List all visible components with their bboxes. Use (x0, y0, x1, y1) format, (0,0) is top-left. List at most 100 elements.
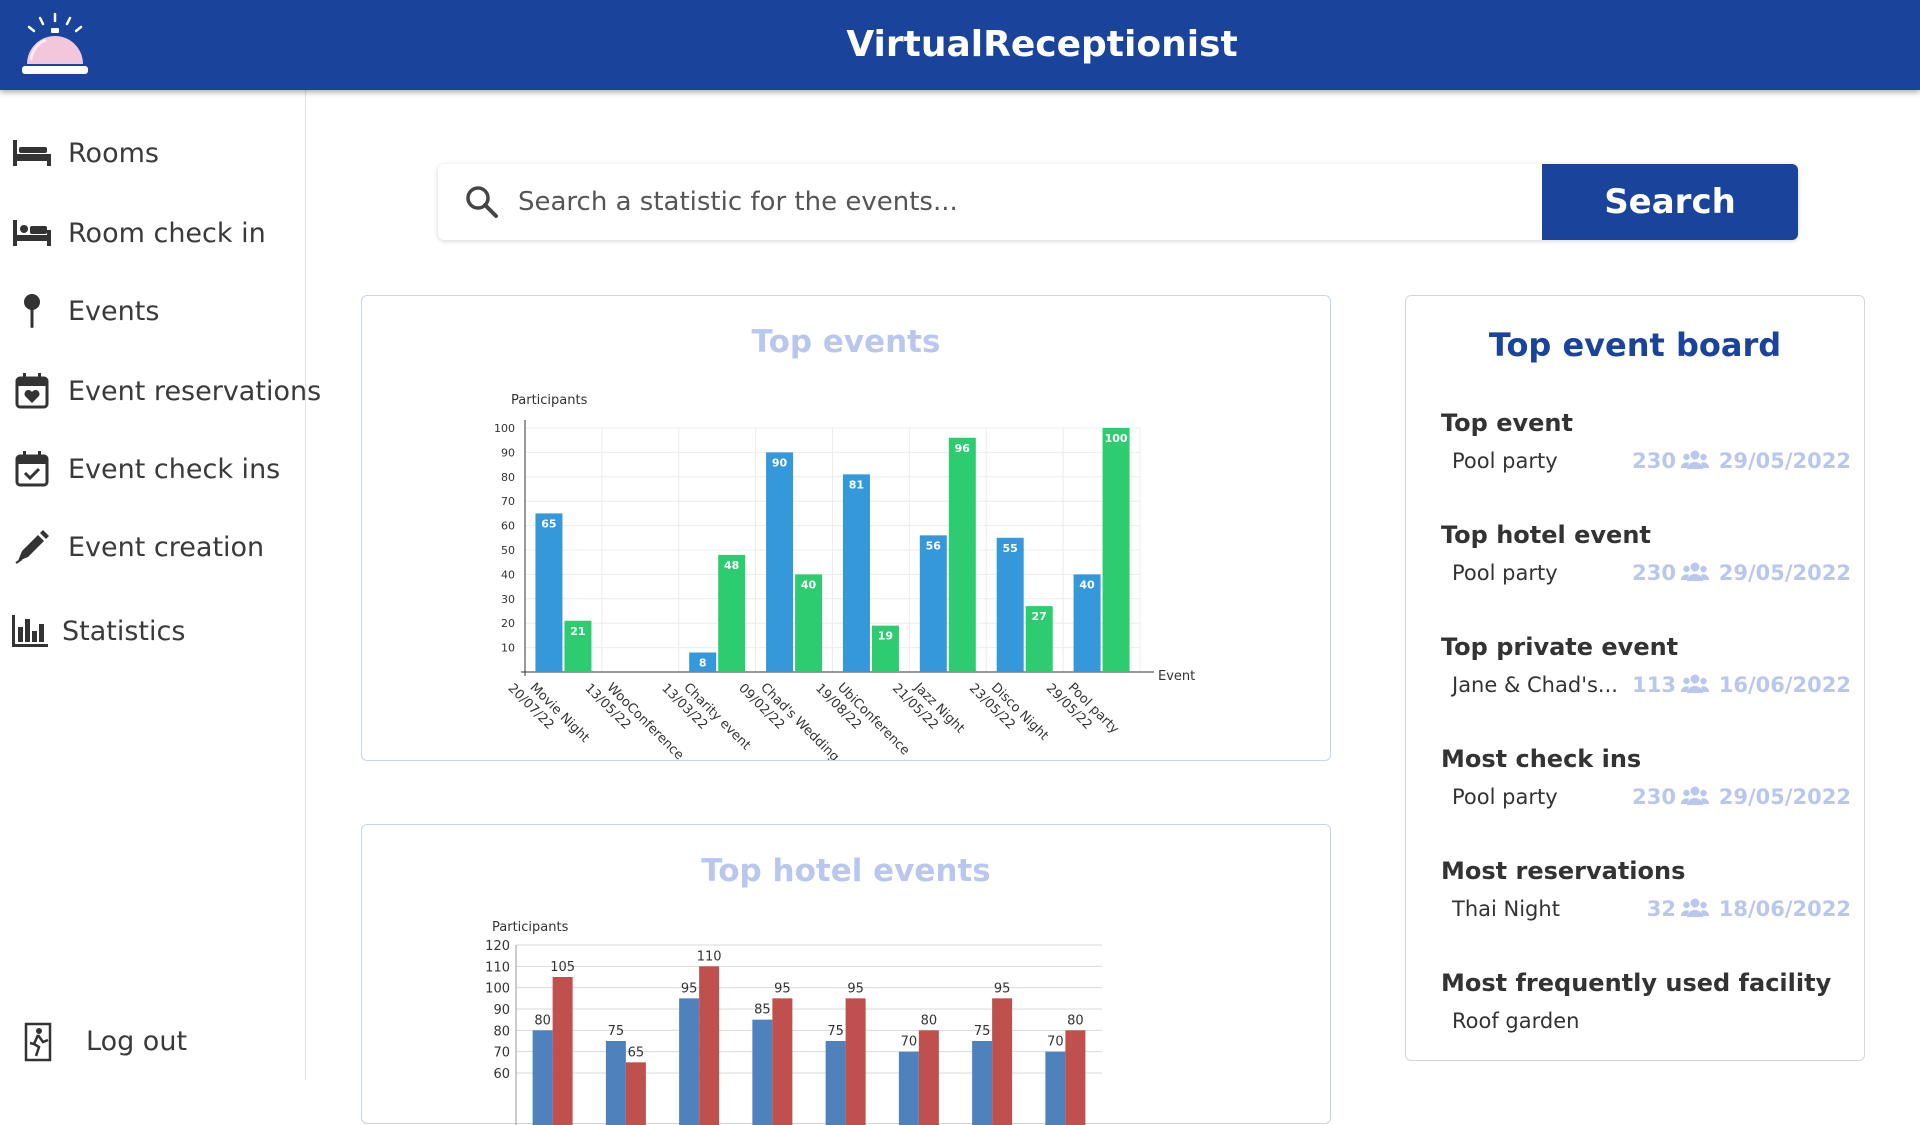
bar-data-label: 65 (628, 1045, 645, 1060)
chart-bar (752, 1019, 773, 1125)
y-tick-label: 50 (501, 544, 515, 557)
bar-data-label: 70 (1047, 1035, 1064, 1050)
chart-bar (825, 1041, 846, 1125)
chart-bar (766, 452, 794, 672)
people-icon (1680, 561, 1710, 583)
board-section: Most frequently used facility Roof garden (1441, 969, 1851, 1059)
y-tick-label: 70 (501, 495, 515, 508)
board-section-heading: Most check ins (1441, 745, 1642, 773)
chart-bar (532, 1030, 553, 1125)
chart-bar (842, 474, 870, 672)
chart-bar (535, 513, 563, 672)
board-section: Top hotel event Pool party 230 29/05/2022 (1441, 521, 1851, 611)
board-event-name[interactable]: Pool party (1452, 449, 1558, 473)
y-tick-label: 90 (501, 446, 515, 459)
bar-data-label: 80 (921, 1013, 938, 1028)
bar-data-label: 95 (847, 981, 864, 996)
top-events-card: Top events 10 20 30 40 50 60 70 80 90 100 Particip… (361, 295, 1331, 761)
event-date: 29/05/2022 (1718, 561, 1851, 585)
chart-bar (898, 1051, 919, 1125)
calendar-check-icon (12, 449, 52, 489)
chart-bar (1102, 428, 1130, 672)
bar-data-label: 27 (1032, 610, 1047, 623)
board-section: Top private event Jane & Chad's... 113 16/0… (1441, 633, 1851, 723)
y-tick-label: 20 (501, 617, 515, 630)
y-tick-label: 100 (485, 982, 510, 997)
bar-data-label: 80 (534, 1013, 551, 1028)
sidebar-item-label: Event reservations (68, 375, 322, 407)
board-section-heading: Top private event (1441, 633, 1679, 661)
logout-label: Log out (86, 1026, 188, 1057)
chart-bar (552, 977, 573, 1125)
y-axis-label: Participants (492, 920, 569, 935)
sidebar-item-rooms[interactable]: Rooms (0, 128, 300, 178)
bar-data-label: 21 (570, 625, 585, 638)
chart-bar (1045, 1051, 1066, 1125)
chart-bar (845, 998, 866, 1125)
sidebar-item-events[interactable]: Events (0, 286, 300, 336)
sidebar-item-statistics[interactable]: Statistics (0, 606, 300, 656)
board-section-heading: Most frequently used facility (1441, 969, 1832, 997)
event-date: 18/06/2022 (1718, 897, 1851, 921)
bar-data-label: 55 (1003, 542, 1018, 555)
y-tick-label: 30 (501, 593, 515, 606)
y-axis-label: Participants (511, 393, 588, 408)
bar-data-label: 19 (878, 630, 893, 643)
board-event-name[interactable]: Thai Night (1452, 897, 1560, 921)
sidebar-item-label: Events (68, 295, 160, 327)
people-icon (1680, 673, 1710, 695)
people-icon (1680, 785, 1710, 807)
search-input[interactable] (518, 164, 1518, 240)
y-tick-label: 80 (493, 1024, 510, 1039)
bar-data-label: 40 (801, 578, 817, 591)
sidebar-item-label: Room check in (68, 217, 266, 249)
participant-count: 230 (1632, 561, 1676, 585)
y-tick-label: 80 (501, 471, 515, 484)
board-event-name[interactable]: Jane & Chad's... (1452, 673, 1618, 697)
bar-data-label: 96 (955, 442, 971, 455)
bar-data-label: 95 (774, 981, 791, 996)
event-date: 29/05/2022 (1718, 449, 1851, 473)
chart-bar (699, 966, 720, 1125)
bar-data-label: 95 (994, 981, 1011, 996)
search-bar: Search (438, 164, 1798, 240)
board-section-heading: Most reservations (1441, 857, 1686, 885)
pin-icon (12, 291, 52, 331)
event-date: 29/05/2022 (1718, 785, 1851, 809)
logout-button[interactable]: Log out (24, 1022, 284, 1066)
people-icon (1680, 449, 1710, 471)
y-tick-label: 70 (493, 1046, 510, 1061)
top-hotel-events-chart: 60708090100110120Participants80105756595… (485, 920, 1102, 1125)
bed-person-icon (12, 213, 52, 253)
sidebar-item-label: Event check ins (68, 453, 281, 485)
board-event-name[interactable]: Pool party (1452, 785, 1558, 809)
y-tick-label: 100 (494, 422, 515, 435)
bar-data-label: 105 (550, 960, 575, 975)
sidebar-item-label: Event creation (68, 531, 265, 563)
board-section: Most reservations Thai Night 32 18/06/2022 (1441, 857, 1851, 947)
chart-bar (992, 998, 1013, 1125)
sidebar-item-room-check-in[interactable]: Room check in (0, 208, 300, 258)
x-tick-label: Movie Night20/07/22 (505, 670, 592, 757)
participant-count: 230 (1632, 449, 1676, 473)
chart-bar (605, 1041, 626, 1125)
bar-data-label: 80 (1067, 1013, 1084, 1028)
y-tick-label: 120 (485, 939, 510, 954)
board-event-name[interactable]: Roof garden (1452, 1009, 1579, 1033)
bar-data-label: 48 (724, 559, 739, 572)
top-events-chart: 10 20 30 40 50 60 70 80 90 100 Participants Event 65… (494, 393, 1195, 760)
y-tick-label: 40 (501, 568, 515, 581)
chart-bar (919, 535, 947, 672)
bar-data-label: 75 (974, 1024, 991, 1039)
bar-data-label: 100 (1105, 432, 1128, 445)
search-button[interactable]: Search (1542, 164, 1798, 240)
sidebar-item-event-reservations[interactable]: Event reservations (0, 366, 321, 416)
bar-chart-icon (10, 611, 50, 651)
bar-data-label: 85 (754, 1003, 771, 1018)
bar-data-label: 40 (1079, 578, 1095, 591)
sidebar-item-event-check-ins[interactable]: Event check ins (0, 444, 300, 494)
chart-bar (996, 537, 1024, 672)
pen-icon (12, 527, 52, 567)
sidebar-item-event-creation[interactable]: Event creation (0, 522, 300, 572)
board-event-name[interactable]: Pool party (1452, 561, 1558, 585)
